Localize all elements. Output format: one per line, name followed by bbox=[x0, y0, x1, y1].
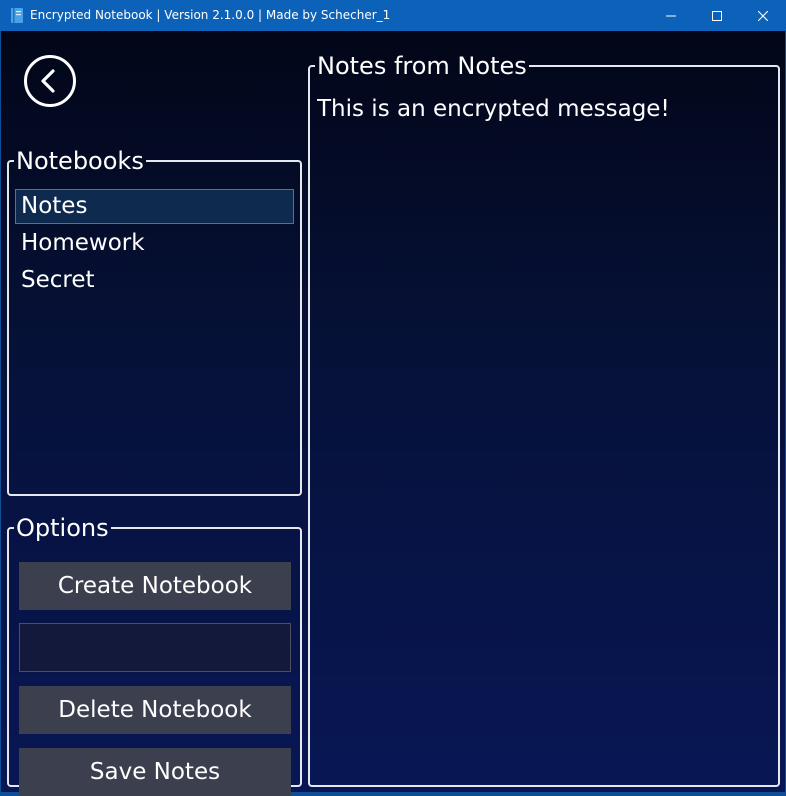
notebook-name-input[interactable] bbox=[19, 623, 291, 672]
back-button[interactable] bbox=[24, 55, 76, 107]
notes-group: Notes from Notes This is an encrypted me… bbox=[308, 52, 780, 796]
back-arrow-icon bbox=[41, 69, 55, 93]
maximize-button[interactable] bbox=[694, 0, 740, 31]
minimize-button[interactable] bbox=[648, 0, 694, 31]
notebook-item-homework[interactable]: Homework bbox=[15, 226, 294, 261]
notebooks-label: Notebooks bbox=[16, 147, 144, 175]
notebook-icon bbox=[11, 8, 23, 23]
maximize-icon bbox=[712, 10, 722, 21]
notebook-item-secret[interactable]: Secret bbox=[15, 263, 294, 298]
notebook-list: Notes Homework Secret bbox=[15, 189, 294, 300]
create-notebook-button[interactable]: Create Notebook bbox=[19, 562, 291, 610]
delete-notebook-button[interactable]: Delete Notebook bbox=[19, 686, 291, 734]
title-bar: Encrypted Notebook | Version 2.1.0.0 | M… bbox=[0, 0, 786, 31]
options-label: Options bbox=[16, 514, 109, 542]
save-notes-button[interactable]: Save Notes bbox=[19, 748, 291, 796]
minimize-icon bbox=[666, 15, 676, 16]
notes-label: Notes from Notes bbox=[317, 52, 527, 80]
options-group: Options Create Notebook Delete Notebook … bbox=[7, 514, 302, 796]
close-icon bbox=[758, 10, 768, 21]
close-button[interactable] bbox=[740, 0, 786, 31]
notebooks-group: Notebooks Notes Homework Secret bbox=[7, 149, 302, 496]
window-title: Encrypted Notebook | Version 2.1.0.0 | M… bbox=[30, 8, 391, 22]
notebook-item-notes[interactable]: Notes bbox=[15, 189, 294, 224]
main-panel: Notebooks Notes Homework Secret Options … bbox=[1, 31, 785, 796]
notes-editor[interactable]: This is an encrypted message! bbox=[317, 96, 772, 796]
